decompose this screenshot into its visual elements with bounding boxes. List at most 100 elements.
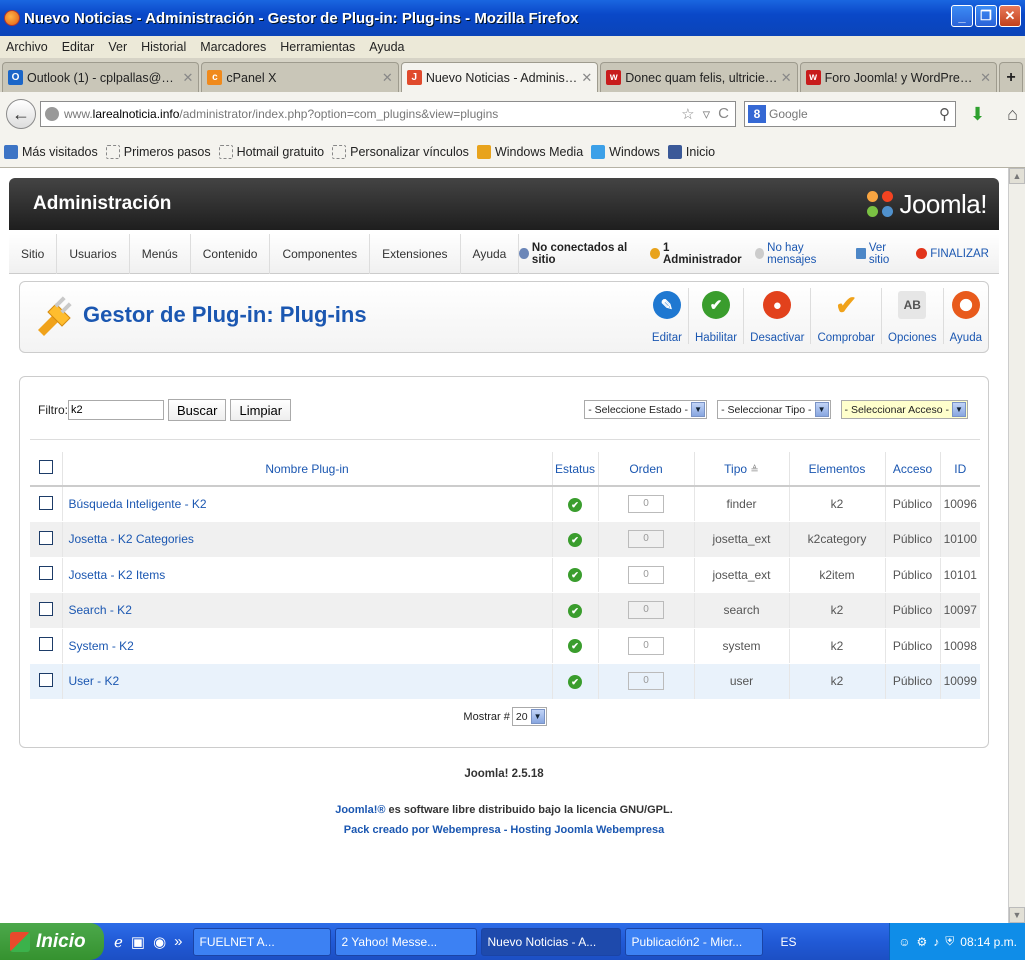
plugin-name-link[interactable]: Search - K2 [62, 592, 553, 629]
enabled-check-icon[interactable]: ✔ [568, 639, 582, 654]
order-input[interactable]: 0 [628, 672, 664, 691]
maximize-button[interactable]: ❐ [975, 5, 997, 27]
bookmark-windows[interactable]: Windows [591, 144, 660, 159]
menu-componentes[interactable]: Componentes [270, 233, 371, 274]
url-bar[interactable]: www. larealnoticia.info/administrator/ind… [40, 101, 736, 127]
messages-link[interactable]: No hay mensajes [754, 242, 845, 266]
task-yahoo[interactable]: 2 Yahoo! Messe... [334, 927, 477, 956]
col-access[interactable]: Acceso [885, 452, 941, 487]
enabled-check-icon[interactable]: ✔ [568, 497, 582, 512]
menu-usuarios[interactable]: Usuarios [57, 233, 130, 274]
tab-foro-joomla[interactable]: w Foro Joomla! y WordPress :: T... ✕ [799, 62, 998, 92]
bookmark-personalizar[interactable]: Personalizar vínculos [332, 144, 469, 159]
language-indicator[interactable]: ES [781, 935, 797, 949]
row-checkbox[interactable] [38, 530, 53, 545]
site-identity-icon[interactable] [45, 107, 59, 121]
tab-close-icon[interactable]: ✕ [581, 70, 592, 86]
order-input[interactable]: 0 [628, 636, 664, 655]
security-tray-icon[interactable]: ⛨ [945, 934, 954, 949]
plugin-name-link[interactable]: Búsqueda Inteligente - K2 [62, 486, 553, 522]
row-checkbox[interactable] [38, 601, 53, 616]
tab-nuevo-noticias[interactable]: J Nuevo Noticias - Administració... ✕ [400, 62, 599, 92]
bookmark-primeros-pasos[interactable]: Primeros pasos [105, 144, 211, 159]
tab-cpanel[interactable]: c cPanel X ✕ [201, 62, 399, 92]
menu-contenido[interactable]: Contenido [191, 233, 271, 274]
help-button[interactable]: Ayuda [942, 288, 988, 344]
col-status[interactable]: Estatus [552, 452, 599, 487]
view-site-link[interactable]: Ver sitio [856, 242, 904, 266]
messenger-tray-icon[interactable]: ☺ [898, 935, 910, 949]
col-order[interactable]: Orden [598, 452, 695, 487]
bookmark-windows-media[interactable]: Windows Media [476, 144, 583, 159]
menu-historial[interactable]: Historial [141, 40, 186, 54]
filter-input[interactable] [68, 400, 164, 420]
checkin-button[interactable]: ✔ Comprobar [810, 288, 881, 344]
tab-close-icon[interactable]: ✕ [781, 70, 792, 86]
task-fuelnet[interactable]: FUELNET A... [192, 927, 331, 956]
scroll-down-icon[interactable]: ▼ [1009, 907, 1025, 923]
limit-select[interactable]: 20 ▼ [511, 707, 547, 726]
menu-extensiones[interactable]: Extensiones [370, 233, 461, 274]
firefox-quick-icon[interactable]: ◉ [153, 933, 166, 951]
menu-ver[interactable]: Ver [108, 40, 127, 54]
logout-link[interactable]: FINALIZAR [916, 248, 989, 260]
plugin-name-link[interactable]: User - K2 [62, 663, 553, 700]
plugin-name-link[interactable]: System - K2 [62, 628, 553, 664]
row-checkbox[interactable] [38, 637, 53, 652]
dropdown-icon[interactable]: ▿ [703, 105, 711, 123]
tab-close-icon[interactable]: ✕ [382, 70, 393, 86]
edit-button[interactable]: ✎ Editar [646, 288, 688, 344]
credits-link[interactable]: Pack creado por Webempresa - Hosting Joo… [0, 824, 1008, 836]
enable-button[interactable]: ✔ Habilitar [687, 288, 743, 344]
row-checkbox[interactable] [38, 495, 53, 510]
menu-ayuda[interactable]: Ayuda [369, 40, 404, 54]
ie-icon[interactable]: ℯ [114, 933, 123, 951]
menu-editar[interactable]: Editar [62, 40, 95, 54]
joomla-link[interactable]: Joomla!® [335, 804, 385, 816]
new-tab-button[interactable]: + [999, 62, 1023, 92]
bookmark-inicio[interactable]: Inicio [667, 144, 715, 159]
bookmark-hotmail[interactable]: Hotmail gratuito [218, 144, 324, 159]
col-type[interactable]: Tipo ≜ [694, 452, 790, 487]
back-button[interactable]: ← [6, 99, 36, 129]
plugin-name-link[interactable]: Josetta - K2 Items [62, 557, 553, 593]
row-checkbox[interactable] [38, 672, 53, 687]
menu-marcadores[interactable]: Marcadores [200, 40, 266, 54]
home-icon[interactable]: ⌂ [1007, 104, 1018, 125]
order-input[interactable]: 0 [628, 601, 664, 620]
disable-button[interactable]: ● Desactivar [743, 288, 810, 344]
tab-close-icon[interactable]: ✕ [183, 70, 194, 86]
search-icon[interactable]: ⚲ [939, 105, 950, 123]
order-input[interactable]: 0 [628, 565, 664, 584]
vertical-scrollbar[interactable]: ▲ ▼ [1008, 168, 1025, 923]
network-tray-icon[interactable]: ⚙ [917, 935, 928, 949]
reload-icon[interactable]: C [718, 105, 729, 123]
search-bar[interactable]: 8 Google ⚲ [744, 101, 956, 127]
search-button[interactable]: Buscar [168, 399, 227, 421]
bookmark-mas-visitados[interactable]: Más visitados [4, 144, 98, 159]
more-icon[interactable]: » [174, 933, 182, 951]
tab-outlook[interactable]: O Outlook (1) - cplpallas@hotmai... ✕ [2, 62, 200, 92]
enabled-check-icon[interactable]: ✔ [568, 674, 582, 689]
col-id[interactable]: ID [940, 452, 980, 487]
close-window-button[interactable]: ✕ [999, 5, 1021, 27]
volume-tray-icon[interactable]: ♪ [933, 935, 939, 949]
col-name[interactable]: Nombre Plug-in [62, 452, 553, 487]
download-icon[interactable]: ⬇ [970, 104, 985, 125]
order-input[interactable]: 0 [628, 495, 664, 513]
desktop-icon[interactable]: ▣ [131, 933, 145, 951]
bookmark-star-icon[interactable]: ☆ [681, 105, 694, 123]
enabled-check-icon[interactable]: ✔ [568, 603, 582, 618]
enabled-check-icon[interactable]: ✔ [568, 568, 582, 583]
col-element[interactable]: Elementos [789, 452, 886, 487]
start-button[interactable]: Inicio [0, 923, 104, 960]
scroll-up-icon[interactable]: ▲ [1009, 168, 1025, 184]
row-checkbox[interactable] [38, 566, 53, 581]
menu-sitio[interactable]: Sitio [9, 233, 58, 274]
tab-donec[interactable]: w Donec quam felis, ultricies nec... ✕ [600, 62, 798, 92]
task-firefox[interactable]: Nuevo Noticias - A... [480, 927, 621, 956]
google-icon[interactable]: 8 [748, 105, 766, 123]
menu-herramientas[interactable]: Herramientas [280, 40, 355, 54]
menu-ayuda[interactable]: Ayuda [461, 233, 520, 274]
clear-button[interactable]: Limpiar [230, 399, 292, 421]
